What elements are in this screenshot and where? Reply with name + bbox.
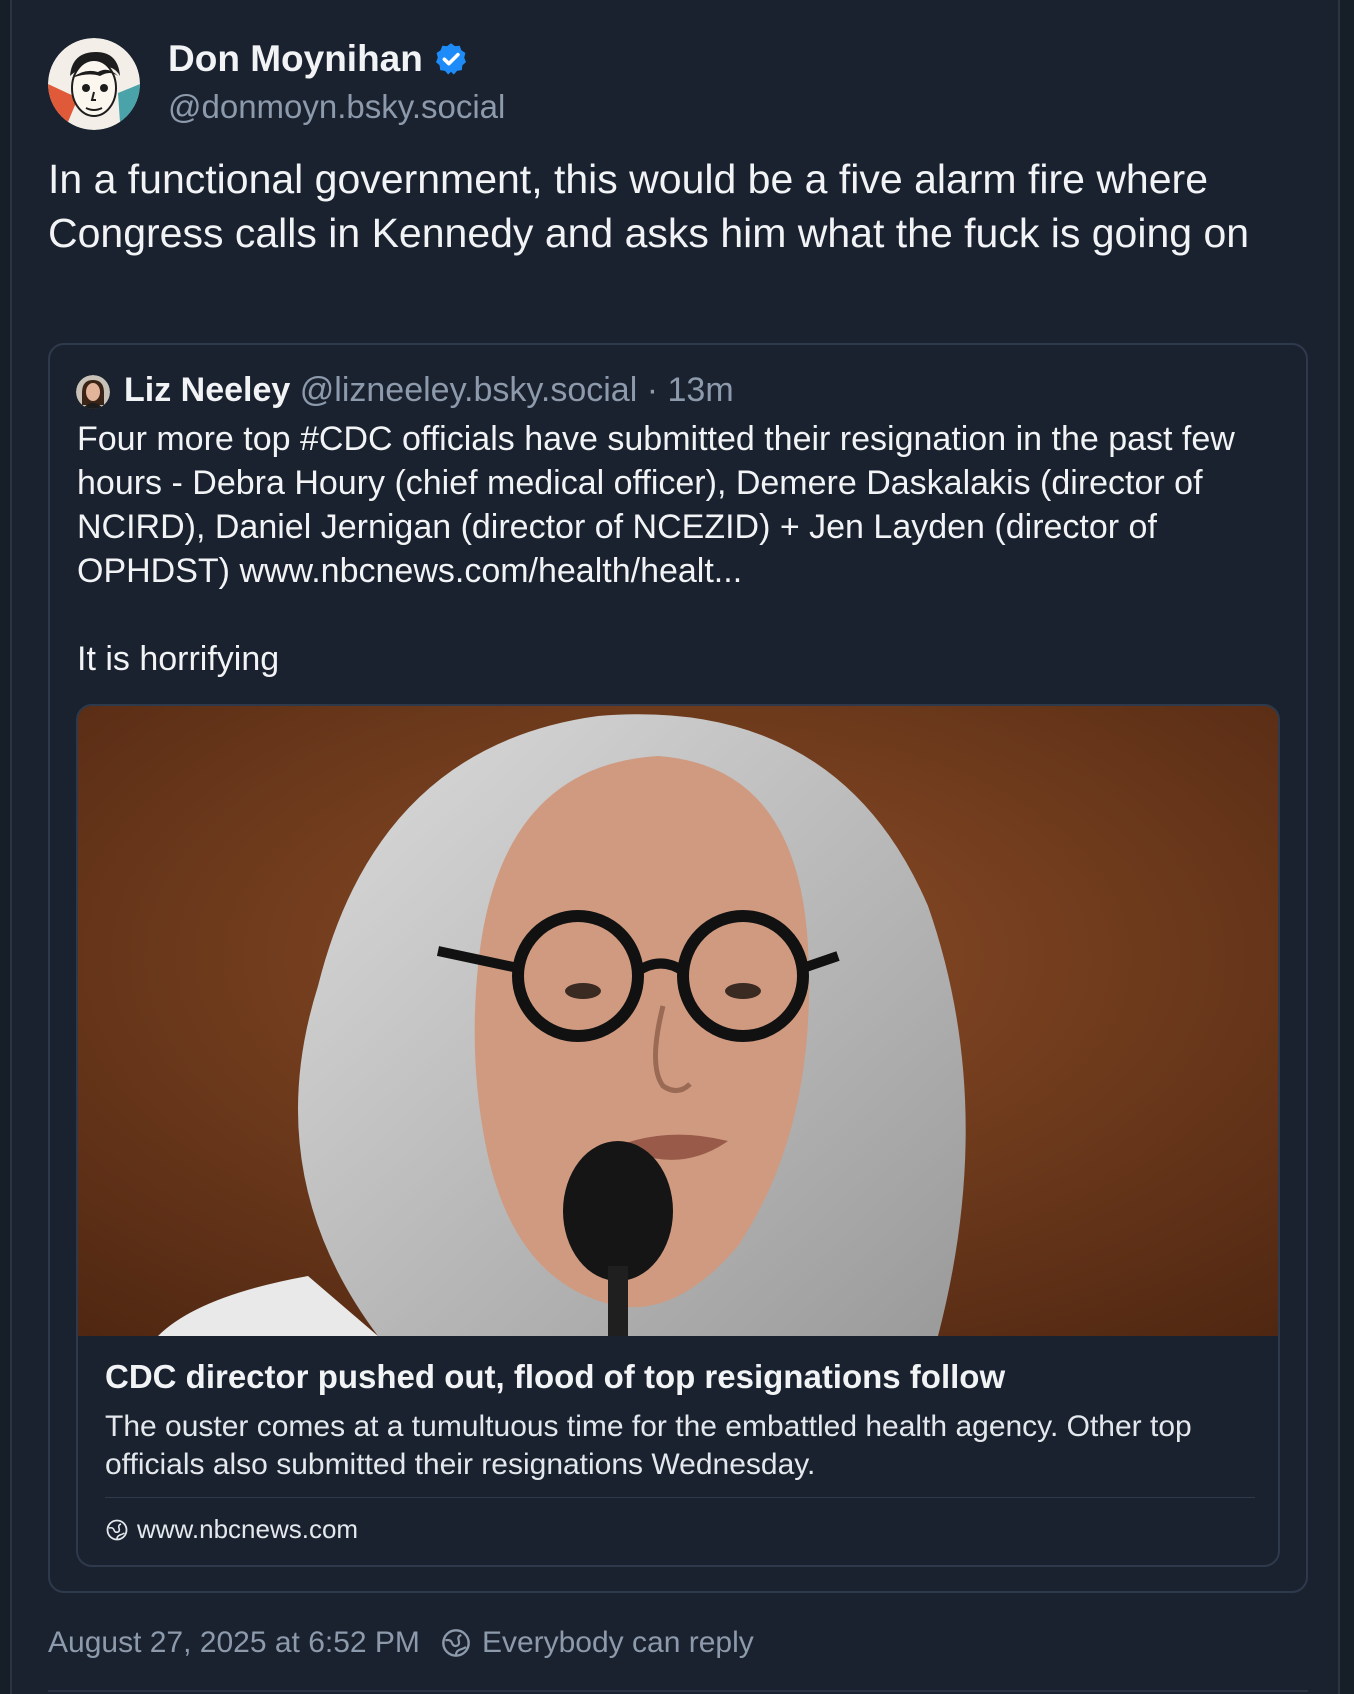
post-timestamp[interactable]: August 27, 2025 at 6:52 PM	[48, 1626, 420, 1660]
author-name[interactable]: Don Moynihan	[168, 38, 469, 80]
quoted-author-avatar[interactable]	[76, 375, 110, 409]
reply-setting[interactable]: Everybody can reply	[482, 1626, 754, 1660]
quoted-author-handle[interactable]: @lizneeley.bsky.social	[300, 371, 638, 409]
quoted-post-time[interactable]: 13m	[668, 371, 734, 409]
link-preview-card[interactable]: CDC director pushed out, flood of top re…	[76, 704, 1280, 1567]
author-avatar[interactable]	[48, 38, 140, 130]
quoted-author-name[interactable]: Liz Neeley	[124, 371, 290, 409]
link-preview-domain-text[interactable]: www.nbcnews.com	[137, 1514, 358, 1545]
link-preview-description: The ouster comes at a tumultuous time fo…	[105, 1410, 1192, 1481]
author-name-text[interactable]: Don Moynihan	[168, 38, 423, 80]
header-separator: ·	[646, 371, 659, 409]
quoted-post-paragraph-2: It is horrifying	[77, 640, 280, 678]
link-preview-title[interactable]: CDC director pushed out, flood of top re…	[105, 1358, 1005, 1396]
author-handle[interactable]: @donmoyn.bsky.social	[168, 88, 505, 126]
globe-icon	[106, 1519, 128, 1540]
verified-check-icon[interactable]	[433, 41, 469, 77]
earth-reply-icon	[442, 1629, 470, 1657]
link-preview-image	[78, 706, 1278, 1336]
link-preview-divider	[105, 1497, 1255, 1498]
footer-divider	[48, 1690, 1308, 1692]
post-thread-view: Don Moynihan @donmoyn.bsky.social In a f…	[10, 0, 1340, 1694]
quoted-post-body: Four more top #CDC officials have submit…	[77, 417, 1297, 681]
quoted-post-header: Liz Neeley @lizneeley.bsky.social · 13m	[124, 371, 734, 410]
quoted-post-paragraph-1: Four more top #CDC officials have submit…	[77, 420, 1235, 590]
post-text: In a functional government, this would b…	[48, 156, 1250, 256]
link-preview-domain[interactable]: www.nbcnews.com	[105, 1514, 358, 1545]
post-footer: August 27, 2025 at 6:52 PM Everybody can…	[48, 1626, 754, 1660]
quoted-post[interactable]: Liz Neeley @lizneeley.bsky.social · 13m …	[48, 343, 1308, 1593]
